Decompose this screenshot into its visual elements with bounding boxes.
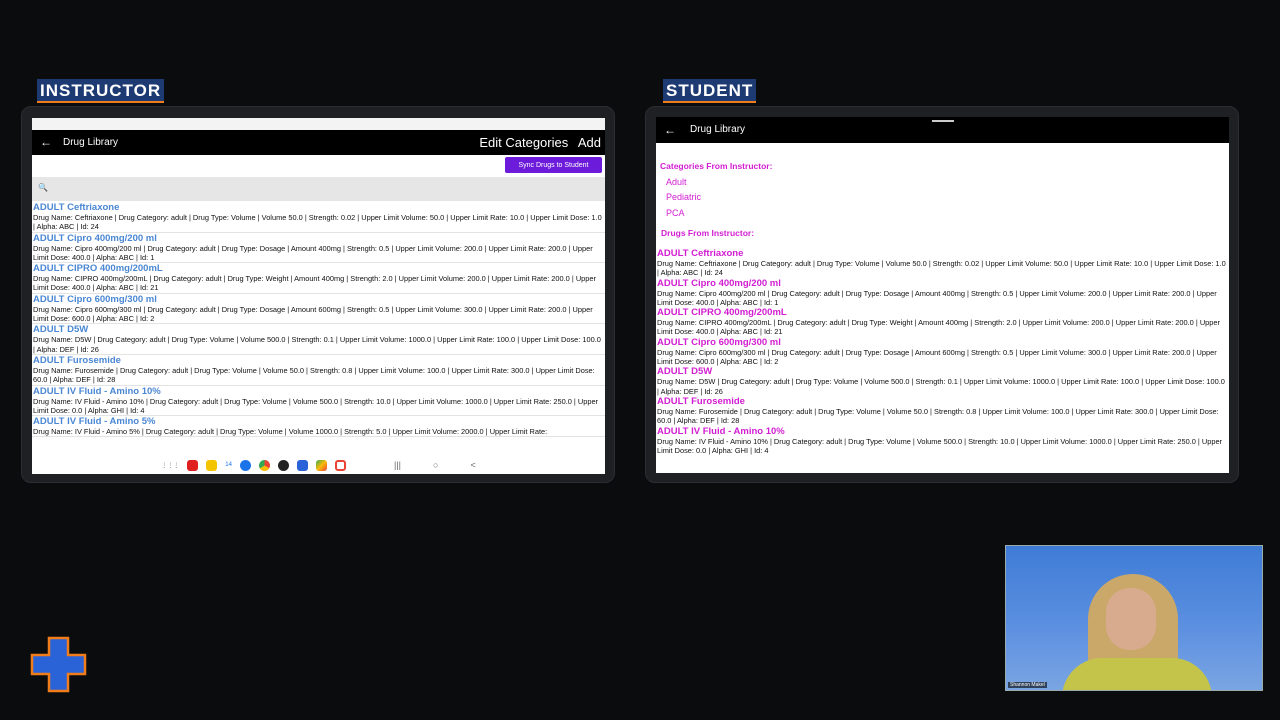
drug-name: ADULT Cipro 400mg/200 ml xyxy=(33,232,157,244)
drug-list-item[interactable]: ADULT Cipro 600mg/300 ml Drug Name: Cipro… xyxy=(656,337,1229,367)
drug-details: Drug Name: Ceftriaxone | Drug Category: … xyxy=(33,213,602,232)
drug-name: ADULT CIPRO 400mg/200mL xyxy=(33,263,163,275)
student-app-bar: ← Drug Library xyxy=(656,117,1229,143)
drug-list-item[interactable]: ADULT IV Fluid - Amino 5% Drug Name: IV F… xyxy=(32,416,605,438)
drug-list-item[interactable]: ADULT CIPRO 400mg/200mL Drug Name: CIPRO … xyxy=(656,307,1229,337)
app-icon-yellow[interactable] xyxy=(206,459,218,471)
gmail-icon[interactable] xyxy=(334,459,346,471)
drug-details: Drug Name: IV Fluid - Amino 5% | Drug Ca… xyxy=(33,427,548,437)
app-title: Drug Library xyxy=(63,137,119,148)
instructor-app-bar: ← Drug Library Edit Categories Add xyxy=(32,130,605,155)
drug-details: Drug Name: D5W | Drug Category: adult | … xyxy=(33,335,601,354)
drug-name: ADULT Ceftriaxone xyxy=(657,248,744,259)
drug-name: ADULT IV Fluid - Amino 10% xyxy=(657,425,785,437)
instructor-drug-list: ADULT Ceftriaxone Drug Name: Ceftriaxone … xyxy=(32,202,605,456)
chrome-icon[interactable] xyxy=(258,459,270,471)
drug-name: ADULT Cipro 400mg/200 ml xyxy=(657,277,781,289)
person-face xyxy=(1106,588,1156,650)
drug-list-item[interactable]: ADULT D5W Drug Name: D5W | Drug Category:… xyxy=(32,324,605,355)
drug-details: Drug Name: Ceftriaxone | Drug Category: … xyxy=(657,259,1226,278)
instructor-label: INSTRUCTOR xyxy=(37,79,165,103)
student-tablet: ← Drug Library Categories From Instructo… xyxy=(645,106,1239,483)
recents-icon[interactable]: ||| xyxy=(394,460,401,470)
android-nav-bar: ⋮⋮⋮ 14 ||| ○ < xyxy=(32,456,605,474)
edit-categories-button[interactable]: Edit Categories xyxy=(479,135,568,150)
instructor-screen: ← Drug Library Edit Categories Add Sync … xyxy=(32,118,605,474)
drug-list-item[interactable]: ADULT Cipro 600mg/300 ml Drug Name: Cipro… xyxy=(32,294,605,325)
category-item[interactable]: PCA xyxy=(666,208,685,218)
student-screen: ← Drug Library Categories From Instructo… xyxy=(656,117,1229,473)
drug-list-item[interactable]: ADULT Ceftriaxone Drug Name: Ceftriaxone … xyxy=(656,248,1229,278)
drug-name: ADULT CIPRO 400mg/200mL xyxy=(657,307,787,319)
drug-details: Drug Name: IV Fluid - Amino 10% | Drug C… xyxy=(33,396,599,415)
drug-list-item[interactable]: ADULT Furosemide Drug Name: Furosemide | … xyxy=(656,396,1229,426)
drug-list-item[interactable]: ADULT Ceftriaxone Drug Name: Ceftriaxone … xyxy=(32,202,605,233)
name-tag: Shannon Makel xyxy=(1008,682,1047,688)
drug-name: ADULT Cipro 600mg/300 ml xyxy=(657,336,781,348)
back-arrow-icon[interactable]: ← xyxy=(40,130,52,155)
add-button[interactable]: Add xyxy=(578,135,601,150)
drug-name: ADULT D5W xyxy=(33,324,89,336)
drug-name: ADULT D5W xyxy=(657,366,713,378)
instructor-tablet: ← Drug Library Edit Categories Add Sync … xyxy=(21,106,615,483)
app-icon-red[interactable] xyxy=(187,459,199,471)
drug-list-item[interactable]: ADULT D5W Drug Name: D5W | Drug Category:… xyxy=(656,366,1229,396)
play-store-icon[interactable] xyxy=(315,459,327,471)
category-item[interactable]: Pediatric xyxy=(666,192,701,202)
drug-list-item[interactable]: ADULT Furosemide Drug Name: Furosemide | … xyxy=(32,355,605,386)
drug-details: Drug Name: Cipro 400mg/200 ml | Drug Cat… xyxy=(33,243,593,262)
search-bar[interactable]: 🔍 xyxy=(32,177,605,201)
chat-icon[interactable] xyxy=(239,459,251,471)
drug-details: Drug Name: Cipro 600mg/300 ml | Drug Cat… xyxy=(657,347,1217,367)
drag-handle xyxy=(932,120,954,122)
status-bar xyxy=(32,118,605,130)
student-label: STUDENT xyxy=(663,79,757,103)
camera-icon[interactable] xyxy=(277,459,289,471)
back-arrow-icon[interactable]: ← xyxy=(664,117,676,143)
drug-list-item[interactable]: ADULT IV Fluid - Amino 10% Drug Name: IV … xyxy=(656,426,1229,456)
category-item[interactable]: Adult xyxy=(666,177,687,187)
drug-details: Drug Name: IV Fluid - Amino 10% | Drug C… xyxy=(657,436,1223,455)
sync-drugs-button[interactable]: Sync Drugs to Student xyxy=(505,157,602,173)
drug-details: Drug Name: Furosemide | Drug Category: a… xyxy=(33,365,595,385)
search-icon: 🔍 xyxy=(38,183,48,192)
app-title: Drug Library xyxy=(690,124,746,135)
drug-details: Drug Name: CIPRO 400mg/200mL | Drug Cate… xyxy=(33,274,596,293)
drug-name: ADULT IV Fluid - Amino 5% xyxy=(33,416,156,428)
drug-name: ADULT IV Fluid - Amino 10% xyxy=(33,385,161,397)
drug-details: Drug Name: CIPRO 400mg/200mL | Drug Cate… xyxy=(657,318,1220,337)
home-icon[interactable]: ○ xyxy=(433,460,438,470)
calendar-icon[interactable]: 14 xyxy=(225,462,232,468)
drug-details: Drug Name: D5W | Drug Category: adult | … xyxy=(657,377,1225,396)
student-drug-list: ADULT Ceftriaxone Drug Name: Ceftriaxone … xyxy=(656,248,1229,473)
drug-list-item[interactable]: ADULT CIPRO 400mg/200mL Drug Name: CIPRO … xyxy=(32,263,605,294)
drug-list-item[interactable]: ADULT Cipro 400mg/200 ml Drug Name: Cipro… xyxy=(656,278,1229,308)
drug-name: ADULT Furosemide xyxy=(657,395,745,407)
drug-details: Drug Name: Furosemide | Drug Category: a… xyxy=(657,406,1219,426)
drug-list-item[interactable]: ADULT IV Fluid - Amino 10% Drug Name: IV … xyxy=(32,386,605,417)
webcam-feed: Shannon Makel xyxy=(1005,545,1263,691)
drugs-title: Drugs From Instructor: xyxy=(661,228,755,238)
drug-details: Drug Name: Cipro 600mg/300 ml | Drug Cat… xyxy=(33,304,593,324)
medical-app-icon[interactable] xyxy=(296,459,308,471)
nav-back-icon[interactable]: < xyxy=(470,460,475,470)
drug-details: Drug Name: Cipro 400mg/200 ml | Drug Cat… xyxy=(657,288,1217,307)
drug-name: ADULT Cipro 600mg/300 ml xyxy=(33,293,157,305)
app-bar-actions: Edit Categories Add xyxy=(473,130,601,155)
drug-name: ADULT Ceftriaxone xyxy=(33,202,120,213)
apps-grid-icon[interactable]: ⋮⋮⋮ xyxy=(161,462,179,469)
person-shirt xyxy=(1062,658,1212,690)
categories-title: Categories From Instructor: xyxy=(660,161,773,171)
drug-list-item[interactable]: ADULT Cipro 400mg/200 ml Drug Name: Cipro… xyxy=(32,233,605,264)
plus-logo-icon xyxy=(30,636,87,693)
drug-name: ADULT Furosemide xyxy=(33,354,121,366)
